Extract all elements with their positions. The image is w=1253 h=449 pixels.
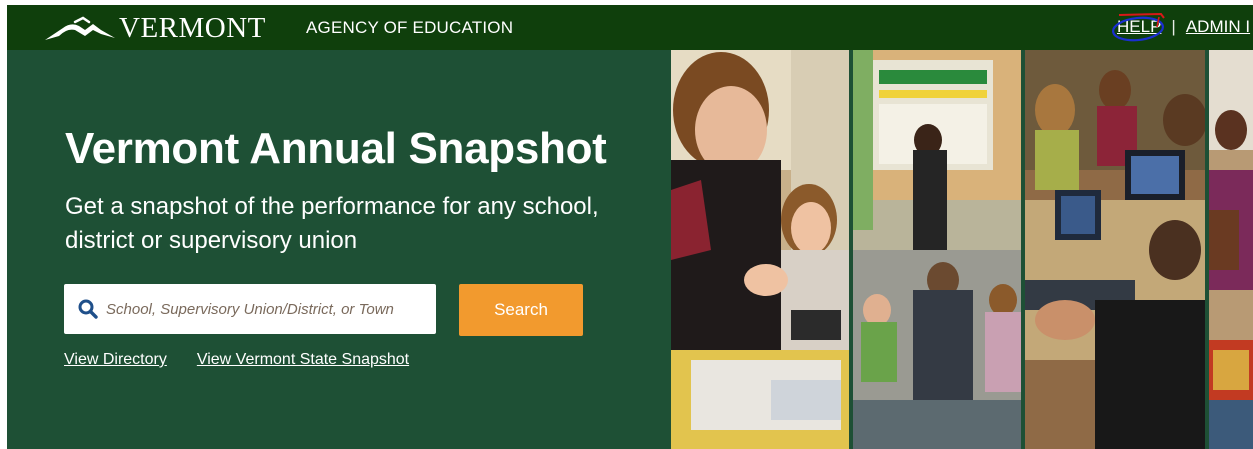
top-bar: VERMONT AGENCY OF EDUCATION HELP | ADMIN… — [7, 5, 1253, 50]
hero-links: View Directory View Vermont State Snapsh… — [64, 351, 409, 369]
search-box[interactable] — [64, 284, 436, 334]
search-input[interactable] — [106, 300, 426, 318]
page-frame: VERMONT AGENCY OF EDUCATION HELP | ADMIN… — [7, 5, 1253, 449]
help-link[interactable]: HELP — [1117, 17, 1161, 36]
agency-name: AGENCY OF EDUCATION — [306, 18, 514, 37]
photo-music-students — [1209, 50, 1253, 449]
top-links: HELP | ADMIN I — [1112, 12, 1250, 42]
search-icon — [78, 299, 98, 319]
photo-girls-painting — [671, 50, 849, 449]
page-title: Vermont Annual Snapshot — [65, 124, 607, 173]
admin-link[interactable]: ADMIN I — [1186, 17, 1250, 37]
hero-panel: Vermont Annual Snapshot Get a snapshot o… — [7, 50, 671, 449]
mountain-logo-icon — [45, 16, 115, 40]
view-directory-link[interactable]: View Directory — [64, 351, 167, 369]
page-subtitle: Get a snapshot of the performance for an… — [65, 193, 599, 254]
link-separator: | — [1171, 17, 1176, 36]
vermont-logo[interactable]: VERMONT — [45, 14, 266, 43]
photo-teacher-class — [853, 50, 1021, 449]
photo-laptop-students — [1025, 50, 1205, 449]
help-link-wrap: HELP — [1112, 12, 1165, 42]
view-state-snapshot-link[interactable]: View Vermont State Snapshot — [197, 351, 409, 369]
logo-text: VERMONT — [119, 12, 266, 44]
search-button[interactable]: Search — [459, 284, 583, 336]
